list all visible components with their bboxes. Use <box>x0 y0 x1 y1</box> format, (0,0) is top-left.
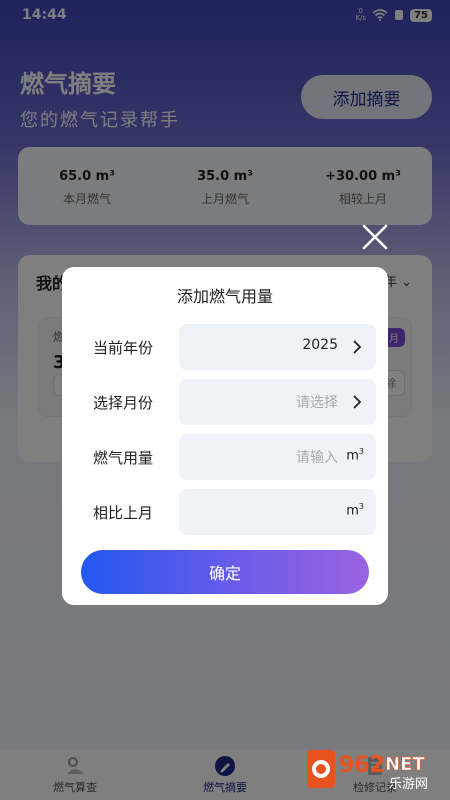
form-row-month: 选择月份 请选择 <box>62 379 388 425</box>
field-label: 当前年份 <box>93 339 154 357</box>
form-row-compare: 相比上月 m3 <box>62 489 388 535</box>
svg-text:乐游网: 乐游网 <box>389 777 428 790</box>
app-screen: 14:44 0 K/s 75 燃气摘要 您的燃气记录帮手 添加摘要 65.0 m… <box>0 0 450 800</box>
form-row-year: 当前年份 2025 <box>62 324 388 370</box>
gas-usage-input[interactable]: 请输入 m3 <box>179 434 376 480</box>
field-value: 2025 <box>302 337 338 353</box>
confirm-button[interactable]: 确定 <box>81 550 369 594</box>
close-icon[interactable] <box>362 224 388 250</box>
field-placeholder: 请输入 <box>296 450 338 466</box>
unit-label: m3 <box>346 502 364 519</box>
field-placeholder: 请选择 <box>296 395 338 411</box>
compare-last-month-input[interactable]: m3 <box>179 489 376 535</box>
month-picker[interactable]: 请选择 <box>179 379 376 425</box>
svg-text:NET: NET <box>385 754 425 775</box>
chevron-right-icon <box>353 340 362 354</box>
field-label: 燃气用量 <box>93 449 154 467</box>
dialog-title: 添加燃气用量 <box>176 287 273 306</box>
year-picker[interactable]: 2025 <box>179 324 376 370</box>
svg-text:962: 962 <box>339 753 385 778</box>
form-row-usage: 燃气用量 请输入 m3 <box>62 434 388 480</box>
field-label: 选择月份 <box>93 394 154 412</box>
site-watermark-logo: 962 NET 乐游网 <box>307 750 428 790</box>
chevron-right-icon <box>353 395 362 409</box>
add-gas-usage-dialog: 添加燃气用量 当前年份 2025 选择月份 请选择 燃气用量 请输入 m3 相比… <box>62 267 388 605</box>
field-label: 相比上月 <box>93 504 154 522</box>
unit-label: m3 <box>346 447 364 464</box>
